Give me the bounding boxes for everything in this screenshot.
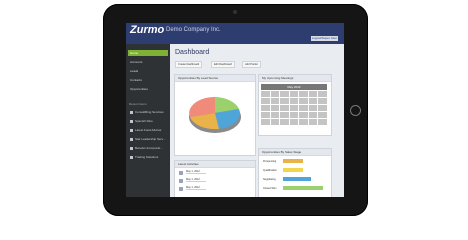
sidebar-item-leads[interactable]: Leads bbox=[128, 68, 168, 74]
company-name: Demo Company Inc. bbox=[166, 27, 221, 33]
item-icon bbox=[130, 110, 133, 114]
top-bar: Zurmo Demo Company Inc. Logout/Super Use… bbox=[126, 23, 344, 44]
add-portlet-button[interactable]: Add Portlet bbox=[242, 61, 261, 68]
recent-item[interactable]: Benelux Incorporat... bbox=[130, 146, 163, 150]
item-icon bbox=[130, 137, 133, 141]
create-dashboard-button[interactable]: Create Dashboard bbox=[175, 61, 203, 68]
activity-icon bbox=[179, 187, 183, 191]
activity-icon bbox=[179, 179, 183, 183]
screen: Zurmo Demo Company Inc. Logout/Super Use… bbox=[126, 23, 344, 197]
bar-label: Prospecting bbox=[263, 160, 277, 163]
pie-chart-panel: Opportunities By Lead Source bbox=[174, 74, 256, 156]
camera bbox=[233, 10, 237, 14]
activity-icon bbox=[179, 171, 183, 175]
bar-label: Negotiating bbox=[263, 178, 276, 181]
page-title: Dashboard bbox=[175, 49, 210, 56]
sidebar-item-opportunities[interactable]: Opportunities bbox=[128, 86, 168, 92]
panel-title: My Upcoming Meetings bbox=[259, 75, 331, 82]
user-menu[interactable]: Logout/Super User bbox=[311, 36, 338, 41]
panel-title: Latest Activities bbox=[175, 161, 255, 168]
sidebar-item-accounts[interactable]: Accounts bbox=[128, 59, 168, 65]
item-icon bbox=[130, 119, 133, 123]
sidebar-section-title: Recent Items bbox=[129, 102, 147, 106]
recent-item[interactable]: Star Leadership Serv... bbox=[130, 137, 165, 141]
item-icon bbox=[130, 128, 133, 132]
calendar-grid bbox=[261, 91, 327, 125]
bar bbox=[283, 177, 311, 181]
home-button[interactable] bbox=[350, 105, 361, 116]
pie-chart bbox=[189, 97, 241, 133]
recent-item[interactable]: Trading Solutions bbox=[130, 155, 158, 159]
bar-label: Qualification bbox=[263, 169, 277, 172]
sales-stage-panel: Opportunities By Sales Stage Prospecting… bbox=[258, 148, 332, 197]
bar bbox=[283, 159, 303, 163]
logo: Zurmo bbox=[130, 24, 165, 36]
edit-dashboard-button[interactable]: Edit Dashboard bbox=[211, 61, 235, 68]
tablet-frame: Zurmo Demo Company Inc. Logout/Super Use… bbox=[103, 4, 368, 216]
calendar-month: May 2012 bbox=[261, 84, 327, 90]
main-content: Dashboard Create Dashboard Edit Dashboar… bbox=[170, 44, 344, 197]
recent-item[interactable]: ConsultRing Services bbox=[130, 110, 164, 114]
recent-item[interactable]: Latest Food Advisor bbox=[130, 128, 162, 132]
bar bbox=[283, 168, 303, 172]
sidebar-item-home[interactable]: Home bbox=[128, 50, 168, 56]
recent-item[interactable]: Spanish Dine bbox=[130, 119, 153, 123]
calendar-panel: My Upcoming Meetings May 2012 bbox=[258, 74, 332, 136]
sidebar: Home Accounts Leads Contacts Opportuniti… bbox=[126, 44, 170, 197]
item-icon bbox=[130, 155, 133, 159]
activities-panel: Latest Activities May 1, 2012 May 1, 201… bbox=[174, 160, 256, 197]
bar-label: Closed Won bbox=[263, 187, 277, 190]
panel-title: Opportunities By Sales Stage bbox=[259, 149, 331, 156]
item-icon bbox=[130, 146, 133, 150]
sidebar-item-contacts[interactable]: Contacts bbox=[128, 77, 168, 83]
panel-title: Opportunities By Lead Source bbox=[175, 75, 255, 82]
bar bbox=[283, 186, 323, 190]
